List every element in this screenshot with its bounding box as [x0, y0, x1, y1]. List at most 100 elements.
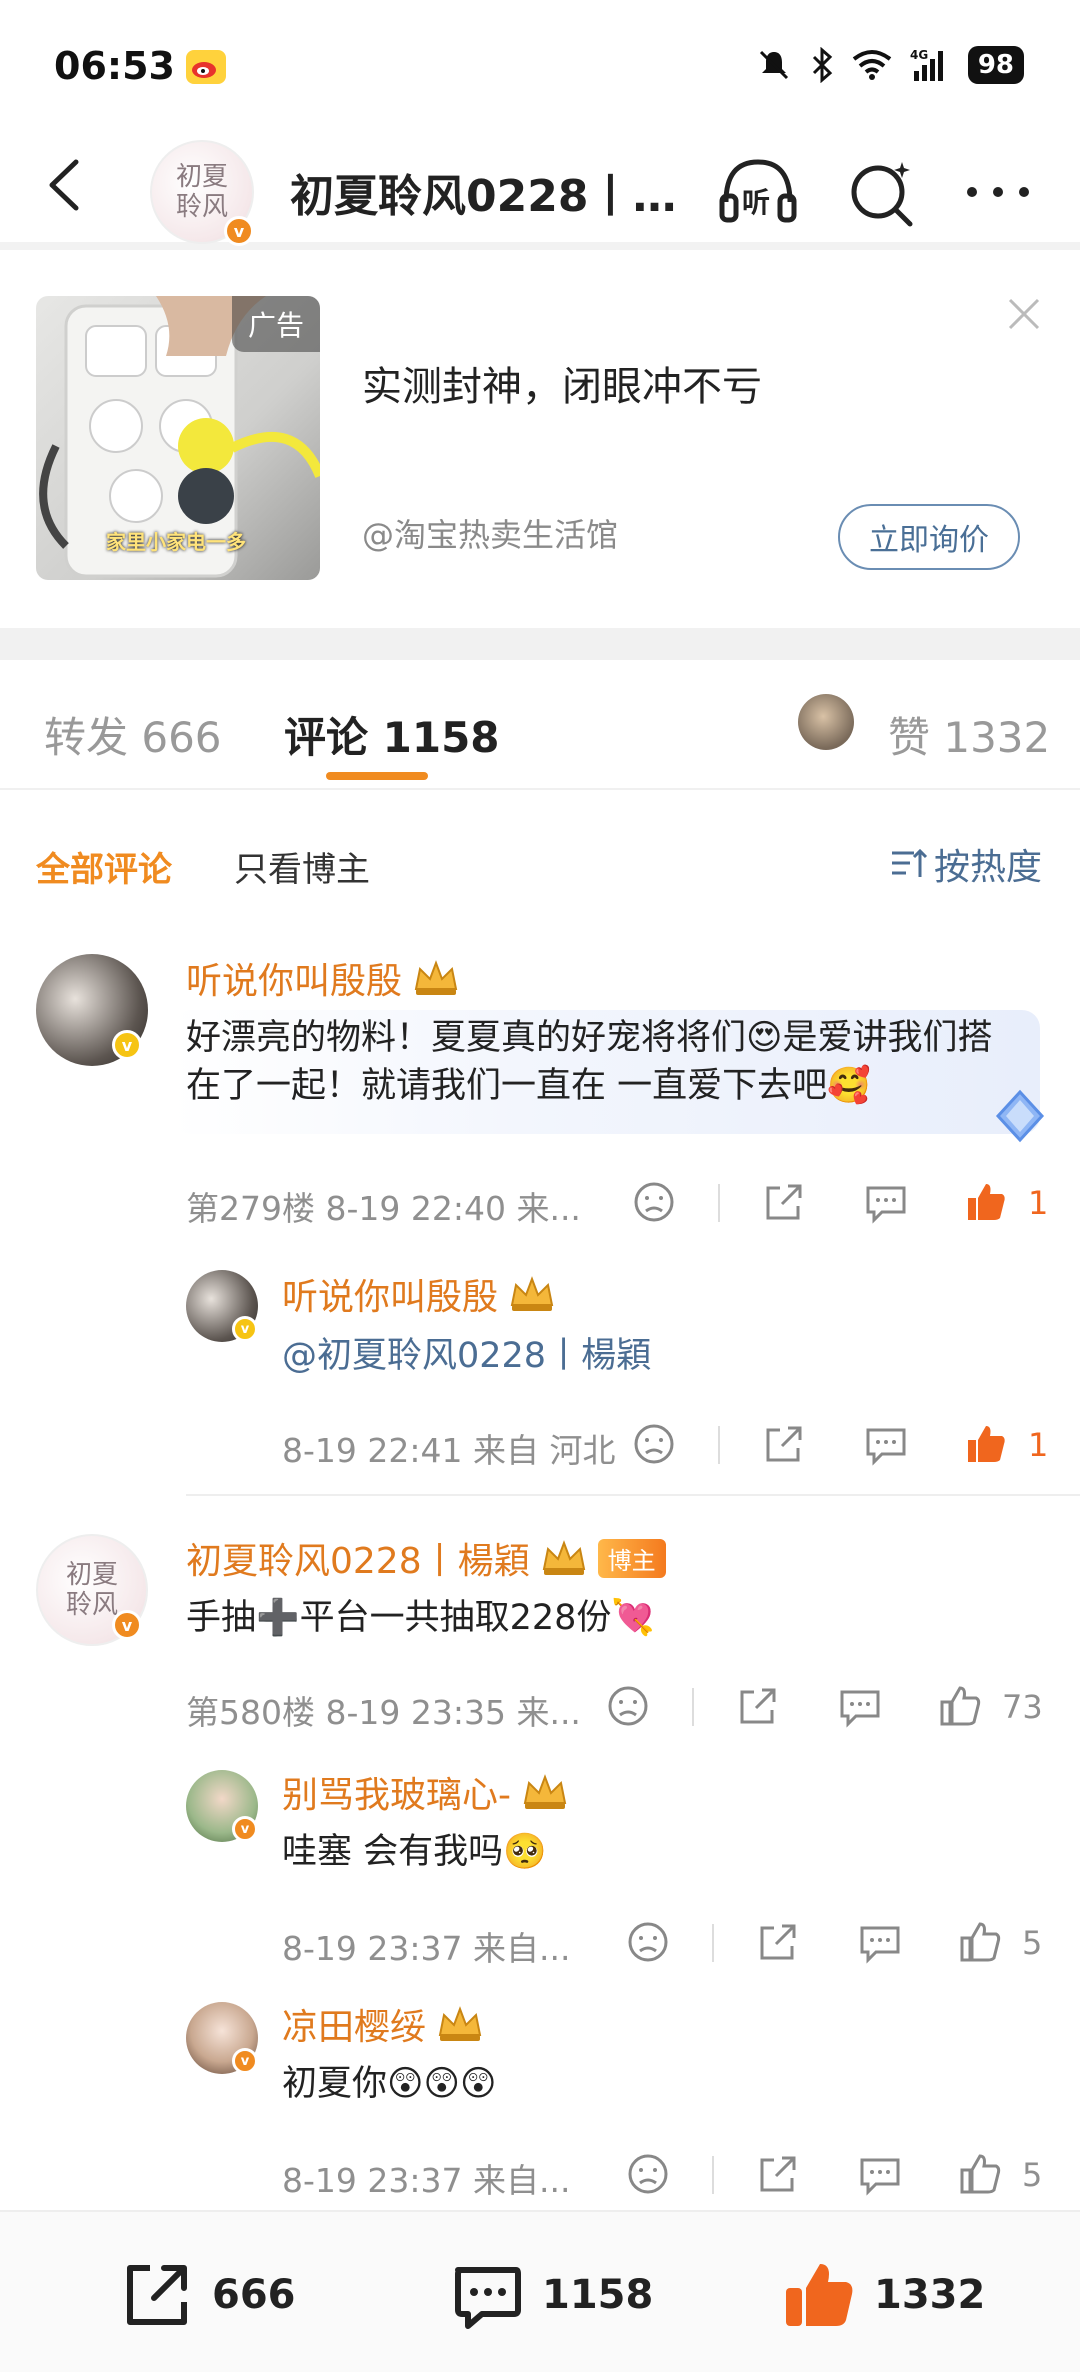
status-bar: 06:53 4G 98: [0, 0, 1080, 120]
svg-text:听: 听: [742, 186, 770, 219]
like-filled-icon: [786, 2264, 853, 2326]
like-outline-icon[interactable]: [936, 1682, 984, 1730]
crown-badge-icon: [542, 1540, 585, 1575]
like-count: 1: [1028, 1426, 1049, 1464]
filter-all-comments[interactable]: 全部评论: [36, 842, 172, 891]
reply-icon[interactable]: [856, 2150, 904, 2198]
tab-likes[interactable]: 赞 1332: [888, 704, 1050, 765]
action-separator: [718, 1426, 720, 1464]
comment-text: 好漂亮的物料！夏夏真的好宠将将们😍是爱讲我们搭在了一起！就请我们一直在 一直爱下…: [186, 1018, 993, 1106]
comment-meta: 8-19 23:37 来自...: [282, 1929, 571, 1968]
svg-text:4G: 4G: [910, 48, 928, 62]
system-icons: 4G 98: [756, 46, 1024, 84]
sort-label: 按热度: [933, 847, 1042, 888]
repost-button[interactable]: 666: [118, 2256, 296, 2334]
crown-badge-icon: [414, 960, 458, 995]
crown-badge-icon: [438, 2006, 482, 2041]
share-icon[interactable]: [754, 2150, 802, 2198]
like-count: 5: [1022, 1924, 1043, 1962]
ad-image[interactable]: 广告 家里小家电一多: [36, 296, 320, 580]
verified-icon: v: [112, 1030, 142, 1060]
share-icon[interactable]: [754, 1918, 802, 1966]
share-icon[interactable]: [760, 1178, 808, 1226]
like-count: 73: [1002, 1688, 1043, 1726]
share-icon[interactable]: [734, 1682, 782, 1730]
commenter-name-text: 听说你叫殷殷: [282, 1277, 499, 1318]
ad-label: 广告: [231, 296, 320, 352]
commenter-name[interactable]: 别骂我玻璃心-: [282, 1766, 569, 1818]
commenter-name[interactable]: 初夏聆风0228丨楊穎 博主: [186, 1532, 666, 1584]
like-count: 1: [1028, 1184, 1049, 1222]
ad-source[interactable]: @淘宝热卖生活馆: [362, 510, 618, 556]
comment-button[interactable]: 1158: [448, 2256, 653, 2334]
like-outline-icon[interactable]: [956, 2150, 1004, 2198]
comment-meta: 第279楼 8-19 22:40 来...: [186, 1189, 581, 1228]
wifi-icon: [852, 50, 892, 80]
comment-text: 手抽➕平台一共抽取228份💘: [186, 1598, 655, 1638]
dislike-face-icon[interactable]: [624, 1918, 672, 1966]
commenter-name-text: 初夏聆风0228丨楊穎: [186, 1541, 530, 1582]
repost-icon: [127, 2265, 187, 2325]
reply-icon[interactable]: [862, 1420, 910, 1468]
commenter-name[interactable]: 听说你叫殷殷: [186, 952, 460, 1004]
back-arrow-icon[interactable]: [36, 150, 96, 220]
comment-divider: [186, 1494, 1080, 1496]
comment-text: 初夏你😲😲😲: [282, 2064, 497, 2104]
commenter-name-text: 凉田樱绥: [282, 2007, 427, 2048]
bottom-action-bar: 666 1158 1332: [0, 2210, 1080, 2372]
action-separator: [712, 2156, 714, 2194]
dislike-face-icon[interactable]: [624, 2150, 672, 2198]
reply-icon[interactable]: [862, 1178, 910, 1226]
post-header: 初夏聆风 v 初夏聆风0228丨… 听: [0, 120, 1080, 250]
like-count: 5: [1022, 2156, 1043, 2194]
ad-banner[interactable]: 广告 家里小家电一多 实测封神，闭眼冲不亏 @淘宝热卖生活馆 立即询价: [0, 258, 1080, 624]
commenter-name-text: 听说你叫殷殷: [186, 961, 403, 1002]
tab-comments[interactable]: 评论 1158: [284, 704, 500, 765]
dislike-face-icon[interactable]: [630, 1420, 678, 1468]
ad-image-caption: 家里小家电一多: [106, 530, 246, 554]
listen-icon[interactable]: 听: [716, 150, 800, 234]
tab-repost[interactable]: 转发 666: [44, 704, 222, 765]
comment-meta: 第580楼 8-19 23:35 来...: [186, 1693, 581, 1732]
like-count: 1332: [874, 2272, 986, 2318]
post-tabs: 转发 666 评论 1158 赞 1332: [0, 660, 1080, 790]
commenter-name[interactable]: 凉田樱绥: [282, 1998, 484, 2050]
inquire-button[interactable]: 立即询价: [838, 504, 1020, 570]
verified-icon: v: [112, 1610, 142, 1640]
comment-filter-bar: 全部评论 只看博主 按热度: [0, 792, 1080, 912]
section-divider: [0, 628, 1080, 660]
avatar-calligraphy: 初夏聆风: [175, 162, 228, 222]
filter-blogger-only[interactable]: 只看博主: [234, 842, 370, 891]
share-icon[interactable]: [760, 1420, 808, 1468]
page-title[interactable]: 初夏聆风0228丨…: [290, 160, 680, 224]
close-icon[interactable]: [1004, 294, 1044, 334]
comment-meta: 8-19 22:41 来自 河北: [282, 1431, 616, 1470]
liker-avatar: [798, 694, 854, 750]
signal-icon: 4G: [910, 48, 943, 81]
mention-text[interactable]: @初夏聆风0228丨楊穎: [282, 1332, 982, 1380]
blogger-badge: 博主: [597, 1538, 666, 1578]
comment-meta: 8-19 23:37 来自...: [282, 2161, 571, 2200]
commenter-name[interactable]: 听说你叫殷殷: [282, 1268, 556, 1320]
like-outline-icon[interactable]: [956, 1918, 1004, 1966]
dislike-face-icon[interactable]: [630, 1178, 678, 1226]
more-icon[interactable]: [956, 150, 1040, 234]
like-icon[interactable]: [962, 1420, 1010, 1468]
dislike-face-icon[interactable]: [604, 1682, 652, 1730]
reply-icon[interactable]: [856, 1918, 904, 1966]
action-separator: [692, 1688, 694, 1726]
bluetooth-icon: [812, 47, 833, 83]
ad-title[interactable]: 实测封神，闭眼冲不亏: [362, 354, 762, 412]
search-icon[interactable]: [840, 150, 924, 234]
battery-indicator: 98: [967, 46, 1024, 84]
clock: 06:53: [54, 44, 175, 88]
sort-icon: [891, 848, 928, 877]
comment-count: 1158: [542, 2272, 654, 2318]
mute-icon: [759, 50, 788, 80]
like-button[interactable]: 1332: [780, 2256, 985, 2334]
reply-icon[interactable]: [836, 1682, 884, 1730]
commenter-name-text: 别骂我玻璃心-: [282, 1775, 511, 1816]
action-separator: [718, 1184, 720, 1222]
sort-by-hot-button[interactable]: 按热度: [890, 838, 1042, 890]
like-icon[interactable]: [962, 1178, 1010, 1226]
